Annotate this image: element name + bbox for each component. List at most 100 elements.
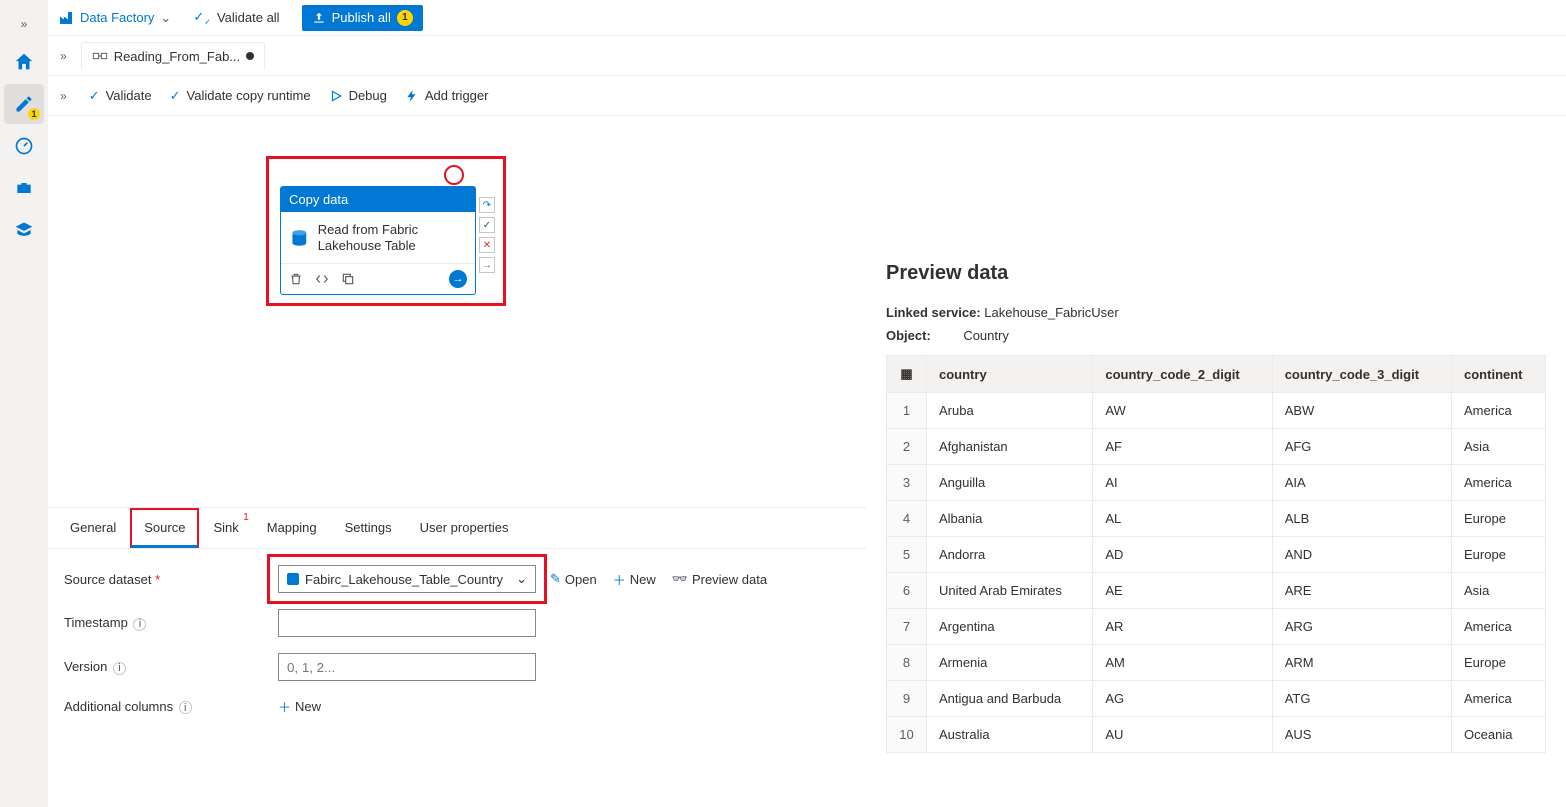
open-dataset-button[interactable]: ✎ Open: [550, 570, 597, 589]
preview-title: Preview data: [886, 262, 1546, 285]
port-success[interactable]: ✓: [479, 217, 495, 233]
table-row[interactable]: 8ArmeniaAMARMEurope: [887, 645, 1546, 681]
tab-user-properties[interactable]: User properties: [406, 508, 523, 548]
validate-button[interactable]: ✓ Validate: [89, 88, 152, 104]
dataset-icon: [287, 573, 299, 585]
activity-body: Read from Fabric Lakehouse Table: [281, 212, 475, 263]
source-dataset-select[interactable]: Fabirc_Lakehouse_Table_Country ⌄: [278, 565, 536, 593]
table-row[interactable]: 4AlbaniaALALBEurope: [887, 501, 1546, 537]
preview-linked-service: Linked service: Lakehouse_FabricUser: [886, 305, 1546, 320]
sink-badge: 1: [243, 512, 249, 523]
cell-code2: AE: [1093, 573, 1272, 609]
debug-button[interactable]: Debug: [329, 88, 387, 103]
table-row[interactable]: 9Antigua and BarbudaAGATGAmerica: [887, 681, 1546, 717]
add-column-button[interactable]: ＋ New: [278, 697, 321, 716]
editor-tabbar: » Reading_From_Fab...: [48, 36, 1566, 76]
cell-country: Afghanistan: [927, 429, 1093, 465]
table-row[interactable]: 5AndorraADANDEurope: [887, 537, 1546, 573]
rail-expand-toggle[interactable]: »: [0, 8, 48, 40]
tab-settings[interactable]: Settings: [331, 508, 406, 548]
gauge-icon: [14, 136, 34, 156]
cell-continent: Europe: [1452, 645, 1546, 681]
editor-tab-pipeline[interactable]: Reading_From_Fab...: [81, 42, 265, 70]
cell-code3: AFG: [1272, 429, 1451, 465]
rail-manage[interactable]: [4, 168, 44, 208]
col-continent[interactable]: continent: [1452, 356, 1546, 393]
port-failure[interactable]: ✕: [479, 237, 495, 253]
sidebar-collapse-toggle[interactable]: »: [56, 45, 71, 67]
delete-icon[interactable]: [289, 272, 303, 286]
new-dataset-button[interactable]: ＋ New: [613, 570, 656, 589]
validate-label: Validate: [106, 88, 152, 103]
row-number: 4: [887, 501, 927, 537]
activities-collapse-toggle[interactable]: »: [56, 85, 71, 107]
table-row[interactable]: 3AnguillaAIAIAAmerica: [887, 465, 1546, 501]
copy-data-activity[interactable]: Copy data Read from Fabric Lakehouse Tab…: [280, 186, 476, 295]
col-code2[interactable]: country_code_2_digit: [1093, 356, 1272, 393]
tab-sink[interactable]: Sink 1: [199, 508, 252, 548]
table-row[interactable]: 10AustraliaAUAUSOceania: [887, 717, 1546, 753]
workspace: Copy data Read from Fabric Lakehouse Tab…: [48, 116, 1566, 807]
info-icon[interactable]: i: [113, 662, 126, 675]
app-name: Data Factory: [80, 10, 154, 25]
info-icon[interactable]: i: [179, 701, 192, 714]
cell-country: Armenia: [927, 645, 1093, 681]
row-number: 8: [887, 645, 927, 681]
tab-general[interactable]: General: [56, 508, 130, 548]
port-completion[interactable]: ↷: [479, 197, 495, 213]
cell-code2: AL: [1093, 501, 1272, 537]
source-dataset-value: Fabirc_Lakehouse_Table_Country: [305, 572, 503, 587]
add-trigger-button[interactable]: Add trigger: [405, 88, 489, 103]
validate-all-button[interactable]: ✓✓ Validate all: [185, 5, 287, 31]
add-trigger-label: Add trigger: [425, 88, 489, 103]
table-row[interactable]: 1ArubaAWABWAmerica: [887, 393, 1546, 429]
activity-header: Copy data: [281, 187, 475, 212]
cell-code2: AI: [1093, 465, 1272, 501]
tab-mapping[interactable]: Mapping: [253, 508, 331, 548]
col-code3[interactable]: country_code_3_digit: [1272, 356, 1451, 393]
cell-country: Anguilla: [927, 465, 1093, 501]
preview-table: ▦ country country_code_2_digit country_c…: [886, 355, 1546, 753]
row-number: 1: [887, 393, 927, 429]
data-factory-selector[interactable]: Data Factory ⌄: [58, 10, 171, 26]
bolt-icon: [405, 89, 419, 103]
checkmark-icon: ✓: [170, 88, 181, 104]
cell-code2: AW: [1093, 393, 1272, 429]
tab-source[interactable]: Source: [130, 508, 199, 548]
col-country[interactable]: country: [927, 356, 1093, 393]
chevron-down-icon: ⌄: [160, 10, 171, 26]
info-icon[interactable]: i: [133, 618, 146, 631]
plus-icon: ＋: [278, 697, 291, 716]
port-skip[interactable]: →: [479, 257, 495, 273]
copy-icon[interactable]: [341, 272, 355, 286]
version-input[interactable]: [278, 653, 536, 681]
row-number: 6: [887, 573, 927, 609]
publish-all-button[interactable]: Publish all 1: [302, 5, 423, 31]
pencil-icon: ✎: [550, 571, 561, 587]
validate-copy-label: Validate copy runtime: [187, 88, 311, 103]
timestamp-label: Timestamp i: [64, 615, 264, 631]
code-icon[interactable]: [315, 272, 329, 286]
cell-country: United Arab Emirates: [927, 573, 1093, 609]
source-panel-content: Source dataset * Fabirc_Lakehouse_Table_…: [48, 549, 866, 748]
rail-learn[interactable]: [4, 210, 44, 250]
cell-code3: ATG: [1272, 681, 1451, 717]
activity-ports: ↷ ✓ ✕ →: [479, 197, 495, 273]
table-row[interactable]: 6United Arab EmiratesAEAREAsia: [887, 573, 1546, 609]
preview-data-button[interactable]: 👓 Preview data: [672, 570, 767, 589]
rail-monitor[interactable]: [4, 126, 44, 166]
timestamp-input[interactable]: [278, 609, 536, 637]
rail-home[interactable]: [4, 42, 44, 82]
row-number: 5: [887, 537, 927, 573]
annotation-circle: [444, 165, 464, 185]
table-row[interactable]: 2AfghanistanAFAFGAsia: [887, 429, 1546, 465]
table-row[interactable]: 7ArgentinaARARGAmerica: [887, 609, 1546, 645]
cell-code2: AF: [1093, 429, 1272, 465]
validate-copy-runtime-button[interactable]: ✓ Validate copy runtime: [170, 88, 311, 104]
plus-icon: ＋: [613, 570, 626, 589]
cell-code3: ARG: [1272, 609, 1451, 645]
arrow-right-icon[interactable]: →: [449, 270, 467, 288]
row-number: 10: [887, 717, 927, 753]
row-number: 7: [887, 609, 927, 645]
rail-author[interactable]: 1: [4, 84, 44, 124]
